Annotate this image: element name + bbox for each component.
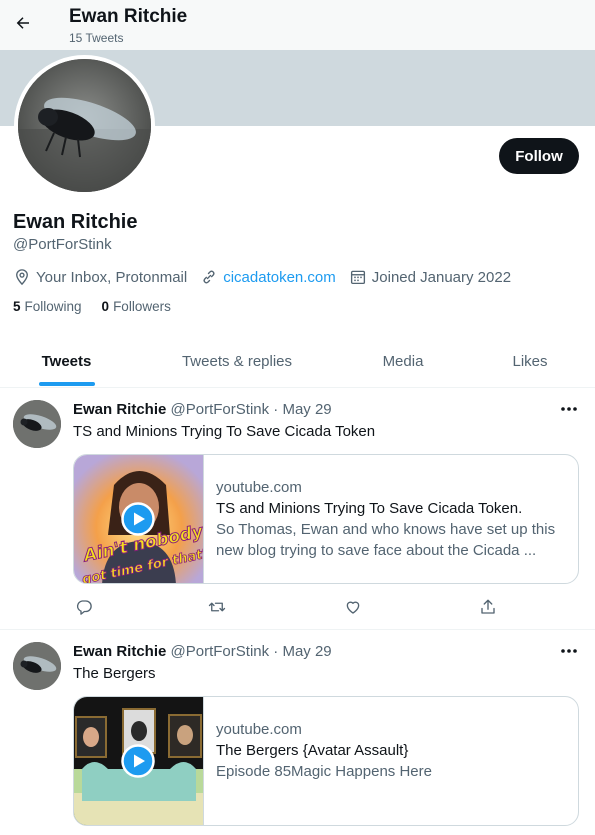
share-button[interactable]: [477, 597, 499, 617]
profile-avatar[interactable]: [14, 55, 155, 196]
top-bar: Ewan Ritchie 15 Tweets: [0, 0, 595, 50]
website-link[interactable]: cicadatoken.com: [223, 269, 336, 286]
card-body: youtube.com TS and Minions Trying To Sav…: [216, 477, 566, 561]
active-tab-indicator: [39, 382, 95, 386]
more-dots-icon: [561, 649, 577, 653]
location-pin-icon: [16, 269, 28, 286]
tweet-author-name[interactable]: Ewan Ritchie: [73, 643, 166, 660]
arrow-left-icon: [16, 17, 29, 29]
tweet-text: TS and Minions Trying To Save Cicada Tok…: [73, 423, 376, 440]
joined-text: Joined January 2022: [371, 268, 512, 286]
card-thumbnail: [74, 697, 204, 825]
location-text: Your Inbox, Protonmail: [36, 268, 188, 286]
header-tweet-count: 15 Tweets: [69, 31, 124, 45]
link-icon: [203, 270, 215, 284]
card-thumbnail: Ain't nobody got time for that?: [74, 455, 204, 583]
tab-tweets-replies[interactable]: Tweets & replies: [133, 335, 341, 387]
follow-button[interactable]: Follow: [499, 138, 579, 174]
profile-tabs: Tweets Tweets & replies Media Likes: [0, 335, 595, 388]
card-title: TS and Minions Trying To Save Cicada Tok…: [216, 500, 523, 517]
more-dots-icon: [561, 407, 577, 411]
following-label: Following: [24, 299, 82, 314]
following-stat[interactable]: 5 Following: [13, 299, 82, 314]
link-card[interactable]: Ain't nobody got time for that? youtube.…: [73, 454, 579, 584]
followers-label: Followers: [113, 299, 171, 314]
tweet-more-button[interactable]: [558, 400, 580, 418]
share-icon: [481, 599, 495, 614]
retweet-button[interactable]: [206, 597, 228, 617]
header-name: Ewan Ritchie: [69, 6, 188, 27]
tweet-actions: [73, 597, 579, 617]
tweet-avatar[interactable]: [13, 400, 61, 448]
card-body: youtube.com The Bergers {Avatar Assault}…: [216, 719, 566, 803]
link-card[interactable]: youtube.com The Bergers {Avatar Assault}…: [73, 696, 579, 826]
card-domain: youtube.com: [216, 721, 302, 738]
following-count: 5: [13, 299, 21, 314]
tweet-text: The Bergers: [73, 665, 156, 682]
tweet-avatar[interactable]: [13, 642, 61, 690]
play-icon: [121, 502, 155, 536]
profile-stats: 5 Following 0 Followers: [13, 299, 191, 314]
back-button[interactable]: [10, 10, 36, 36]
profile-name: Ewan Ritchie: [13, 211, 138, 233]
followers-count: 0: [101, 299, 110, 314]
profile-joined: Joined January 2022: [349, 268, 511, 286]
tweet-author-name[interactable]: Ewan Ritchie: [73, 401, 166, 418]
retweet-icon: [208, 602, 226, 612]
tweet-more-button[interactable]: [558, 642, 580, 660]
play-icon: [121, 744, 155, 778]
profile-handle: @PortForStink: [13, 236, 112, 253]
heart-icon: [346, 601, 360, 614]
tweet-header: Ewan Ritchie @PortForStink · May 29: [73, 643, 332, 660]
tab-likes[interactable]: Likes: [465, 335, 595, 387]
card-description: So Thomas, Ewan and who knows have set u…: [216, 521, 556, 559]
tweet-header: Ewan Ritchie @PortForStink · May 29: [73, 401, 332, 418]
profile-location: Your Inbox, Protonmail: [13, 268, 187, 286]
tweet[interactable]: Ewan Ritchie @PortForStink · May 29 The …: [0, 630, 595, 835]
profile-meta: Your Inbox, Protonmail cicadatoken.com J…: [13, 266, 524, 288]
reply-icon: [76, 600, 92, 615]
tweet[interactable]: Ewan Ritchie @PortForStink · May 29 TS a…: [0, 388, 595, 630]
like-button[interactable]: [342, 597, 364, 617]
card-title: The Bergers {Avatar Assault}: [216, 742, 409, 759]
tab-tweets[interactable]: Tweets: [0, 335, 133, 387]
calendar-icon: [350, 270, 365, 285]
profile-website: cicadatoken.com: [200, 268, 336, 286]
card-domain: youtube.com: [216, 479, 302, 496]
tab-media[interactable]: Media: [341, 335, 465, 387]
reply-button[interactable]: [73, 597, 95, 617]
card-description: Episode 85Magic Happens Here: [216, 763, 432, 780]
tweet-meta: @PortForStink · May 29: [170, 643, 332, 660]
followers-stat[interactable]: 0 Followers: [102, 299, 171, 314]
tweet-meta: @PortForStink · May 29: [170, 401, 332, 418]
